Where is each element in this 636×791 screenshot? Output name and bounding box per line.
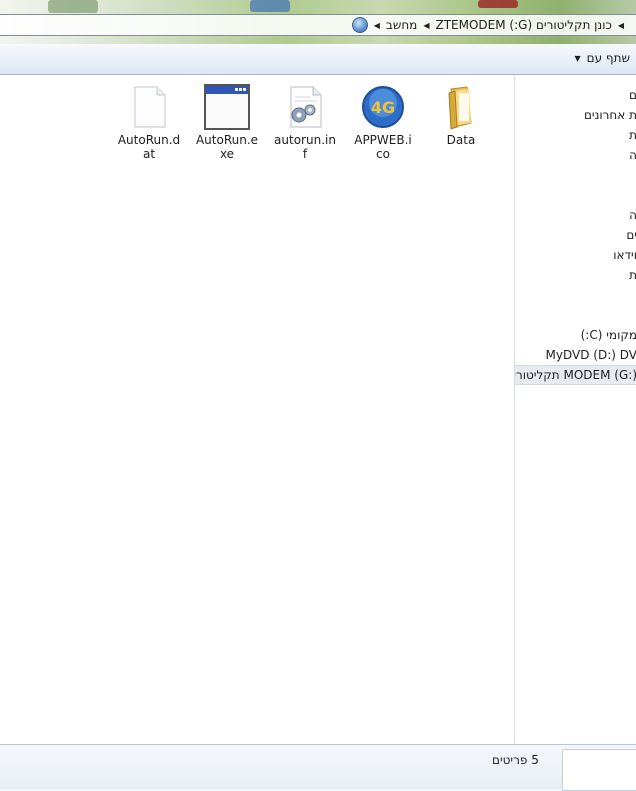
nav-item-documents[interactable]: ים xyxy=(626,225,636,245)
file-name: APPWEB.ico xyxy=(354,133,412,161)
chevron-left-icon[interactable]: ◀ xyxy=(374,21,380,30)
navigation-pane: ם ת אחרונים ת ה ה ים וידאו ת מקומי (C:) … xyxy=(514,75,636,744)
command-bar: שתף עם ▼ xyxy=(0,44,636,75)
folder-icon xyxy=(437,83,485,131)
svg-text:4G: 4G xyxy=(371,98,395,117)
address-bar[interactable]: ◀ מחשב ◀ כונן תקליטורים (G:) ZTEMODEM ◀ xyxy=(0,14,636,36)
file-item-autorun-dat[interactable]: AutoRun.dat xyxy=(117,83,181,161)
4g-icon: 4G xyxy=(359,83,407,131)
file-name: AutoRun.exe xyxy=(195,133,259,161)
nav-item-videos[interactable]: וידאו xyxy=(613,245,636,265)
nav-item-cd-drive-g[interactable]: MODEM (G:) תקליטורים xyxy=(515,365,636,385)
file-name: Data xyxy=(446,133,476,147)
blank-file-icon xyxy=(125,83,173,131)
desktop-blur xyxy=(250,0,290,12)
item-count: 5 פריטים xyxy=(492,753,539,767)
file-item-autorun-exe[interactable]: AutoRun.exe xyxy=(195,83,259,161)
settings-file-icon xyxy=(281,83,329,131)
details-thumbnail xyxy=(562,749,636,791)
breadcrumb-item-drive[interactable]: כונן תקליטורים (G:) ZTEMODEM xyxy=(436,18,612,32)
breadcrumb-item-computer[interactable]: מחשב xyxy=(386,18,417,32)
chevron-left-icon[interactable]: ◀ xyxy=(423,21,429,30)
file-item-data[interactable]: Data xyxy=(429,83,493,147)
file-item-autorun-inf[interactable]: autorun.inf xyxy=(273,83,337,161)
chevron-left-icon[interactable]: ◀ xyxy=(618,21,624,30)
desktop-blur xyxy=(478,0,518,8)
breadcrumb: ◀ מחשב ◀ כונן תקליטורים (G:) ZTEMODEM ◀ xyxy=(350,15,630,35)
computer-icon xyxy=(351,17,368,33)
nav-item-libraries[interactable]: ה xyxy=(629,205,636,225)
status-bar: 5 פריטים xyxy=(0,744,636,791)
file-name: autorun.inf xyxy=(274,133,336,161)
nav-item-dvd-drive-d[interactable]: MyDVD (D:) DV xyxy=(546,345,636,365)
file-name: AutoRun.dat xyxy=(117,133,181,161)
desktop-blur xyxy=(48,0,98,13)
nav-item-local-disk-c[interactable]: מקומי (C:) xyxy=(581,325,636,345)
nav-item[interactable]: ה xyxy=(629,145,636,165)
nav-item-favorites[interactable]: ם xyxy=(629,85,636,105)
nav-item-recent-places[interactable]: ת אחרונים xyxy=(584,105,636,125)
window-title-band: ◀ מחשב ◀ כונן תקליטורים (G:) ZTEMODEM ◀ xyxy=(0,0,636,44)
application-icon xyxy=(203,83,251,131)
share-with-button[interactable]: שתף עם ▼ xyxy=(574,51,630,65)
nav-item[interactable]: ת xyxy=(629,125,636,145)
file-item-appweb[interactable]: 4G APPWEB.ico xyxy=(351,83,415,161)
file-list-pane[interactable]: Data 4G APPWEB.ico autorun.inf AutoRun.e… xyxy=(0,75,514,744)
chevron-down-icon: ▼ xyxy=(574,53,581,63)
nav-item[interactable]: ת xyxy=(629,265,636,285)
share-with-label: שתף עם xyxy=(586,51,630,65)
